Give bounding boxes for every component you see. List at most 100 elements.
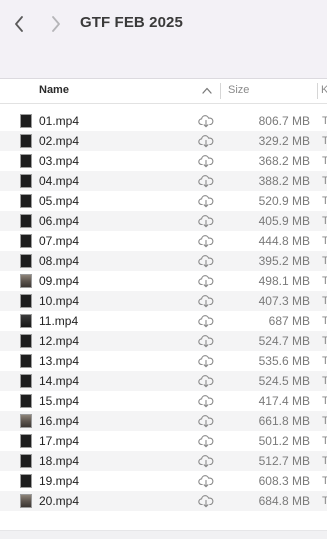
column-divider[interactable] (220, 83, 221, 99)
window-title: GTF FEB 2025 (80, 14, 183, 31)
cloud-download-icon[interactable] (198, 334, 214, 348)
video-thumbnail-icon (20, 174, 32, 188)
kind-cell: T (322, 455, 327, 467)
file-size: 407.3 MB (258, 294, 310, 308)
file-row[interactable]: 17.mp4 501.2 MB T (0, 431, 327, 451)
video-thumbnail-icon (20, 294, 32, 308)
cloud-download-icon[interactable] (198, 354, 214, 368)
file-size: 444.8 MB (258, 234, 310, 248)
video-thumbnail-icon (20, 234, 32, 248)
back-button[interactable] (8, 10, 30, 38)
kind-cell: T (322, 495, 327, 507)
column-header-bar: Name Size K (0, 79, 327, 104)
file-row[interactable]: 05.mp4 520.9 MB T (0, 191, 327, 211)
file-row[interactable]: 06.mp4 405.9 MB T (0, 211, 327, 231)
file-row[interactable]: 12.mp4 524.7 MB T (0, 331, 327, 351)
file-row[interactable]: 15.mp4 417.4 MB T (0, 391, 327, 411)
chevron-up-icon[interactable] (202, 87, 212, 94)
kind-cell: T (322, 115, 327, 127)
kind-cell: T (322, 195, 327, 207)
file-name: 03.mp4 (39, 154, 80, 168)
size-column-header[interactable]: Size (228, 84, 249, 96)
video-thumbnail-icon (20, 274, 32, 288)
file-name: 06.mp4 (39, 214, 80, 228)
file-row[interactable]: 08.mp4 395.2 MB T (0, 251, 327, 271)
cloud-download-icon[interactable] (198, 434, 214, 448)
kind-cell: T (322, 155, 327, 167)
cloud-download-icon[interactable] (198, 274, 214, 288)
cloud-download-icon[interactable] (198, 374, 214, 388)
chevron-left-icon (15, 16, 23, 32)
file-size: 368.2 MB (258, 154, 310, 168)
file-size: 520.9 MB (258, 194, 310, 208)
video-thumbnail-icon (20, 414, 32, 428)
file-name: 07.mp4 (39, 234, 80, 248)
file-row[interactable]: 10.mp4 407.3 MB T (0, 291, 327, 311)
kind-cell: T (322, 255, 327, 267)
file-name: 10.mp4 (39, 294, 80, 308)
video-thumbnail-icon (20, 254, 32, 268)
file-name: 12.mp4 (39, 334, 80, 348)
cloud-download-icon[interactable] (198, 494, 214, 508)
file-row[interactable]: 03.mp4 368.2 MB T (0, 151, 327, 171)
video-thumbnail-icon (20, 154, 32, 168)
file-size: 417.4 MB (258, 394, 310, 408)
window-toolbar: GTF FEB 2025 (0, 0, 327, 79)
file-name: 18.mp4 (39, 454, 80, 468)
cloud-download-icon[interactable] (198, 214, 214, 228)
cloud-download-icon[interactable] (198, 154, 214, 168)
kind-column-header[interactable]: K (321, 84, 327, 96)
cloud-download-icon[interactable] (198, 394, 214, 408)
file-list: 01.mp4 806.7 MB T 02.mp4 329.2 MB T 03.mp4 368.… (0, 111, 327, 511)
cloud-download-icon[interactable] (198, 194, 214, 208)
video-thumbnail-icon (20, 374, 32, 388)
cloud-download-icon[interactable] (198, 454, 214, 468)
file-size: 684.8 MB (258, 494, 310, 508)
kind-cell: T (322, 375, 327, 387)
file-name: 09.mp4 (39, 274, 80, 288)
video-thumbnail-icon (20, 134, 32, 148)
file-row[interactable]: 20.mp4 684.8 MB T (0, 491, 327, 511)
cloud-download-icon[interactable] (198, 234, 214, 248)
file-name: 04.mp4 (39, 174, 80, 188)
kind-cell: T (322, 335, 327, 347)
video-thumbnail-icon (20, 214, 32, 228)
file-size: 388.2 MB (258, 174, 310, 188)
file-row[interactable]: 01.mp4 806.7 MB T (0, 111, 327, 131)
cloud-download-icon[interactable] (198, 254, 214, 268)
kind-cell: T (322, 275, 327, 287)
file-row[interactable]: 02.mp4 329.2 MB T (0, 131, 327, 151)
forward-button[interactable] (45, 10, 67, 38)
video-thumbnail-icon (20, 194, 32, 208)
cloud-download-icon[interactable] (198, 414, 214, 428)
file-name: 19.mp4 (39, 474, 80, 488)
file-row[interactable]: 19.mp4 608.3 MB T (0, 471, 327, 491)
file-name: 16.mp4 (39, 414, 80, 428)
file-row[interactable]: 18.mp4 512.7 MB T (0, 451, 327, 471)
file-size: 608.3 MB (258, 474, 310, 488)
cloud-download-icon[interactable] (198, 314, 214, 328)
file-size: 501.2 MB (258, 434, 310, 448)
video-thumbnail-icon (20, 114, 32, 128)
video-thumbnail-icon (20, 334, 32, 348)
file-row[interactable]: 14.mp4 524.5 MB T (0, 371, 327, 391)
file-row[interactable]: 04.mp4 388.2 MB T (0, 171, 327, 191)
kind-cell: T (322, 215, 327, 227)
file-row[interactable]: 16.mp4 661.8 MB T (0, 411, 327, 431)
column-divider[interactable] (317, 83, 318, 99)
cloud-download-icon[interactable] (198, 474, 214, 488)
file-row[interactable]: 11.mp4 687 MB T (0, 311, 327, 331)
file-row[interactable]: 13.mp4 535.6 MB T (0, 351, 327, 371)
cloud-download-icon[interactable] (198, 134, 214, 148)
file-name: 08.mp4 (39, 254, 80, 268)
file-name: 14.mp4 (39, 374, 80, 388)
file-size: 405.9 MB (258, 214, 310, 228)
name-column-header[interactable]: Name (39, 84, 69, 96)
cloud-download-icon[interactable] (198, 174, 214, 188)
file-row[interactable]: 09.mp4 498.1 MB T (0, 271, 327, 291)
file-row[interactable]: 07.mp4 444.8 MB T (0, 231, 327, 251)
kind-cell: T (322, 415, 327, 427)
cloud-download-icon[interactable] (198, 294, 214, 308)
kind-cell: T (322, 175, 327, 187)
cloud-download-icon[interactable] (198, 114, 214, 128)
